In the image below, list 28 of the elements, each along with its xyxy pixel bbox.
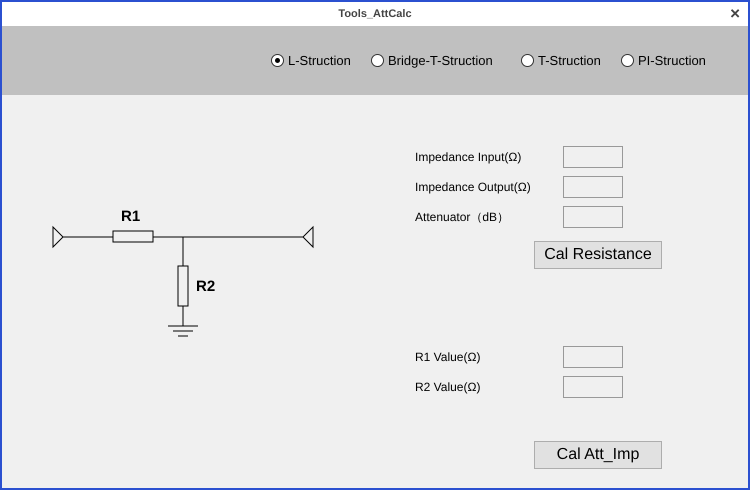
input-field[interactable] bbox=[563, 206, 623, 228]
field-label: R1 Value(Ω) bbox=[415, 350, 482, 364]
field-label: R2 Value(Ω) bbox=[415, 380, 482, 394]
structure-radio-option[interactable]: Bridge-T-Struction bbox=[371, 53, 521, 68]
radio-label: T-Struction bbox=[538, 53, 601, 68]
input-field[interactable] bbox=[563, 146, 623, 168]
radio-button[interactable] bbox=[371, 54, 384, 67]
output-field[interactable] bbox=[563, 346, 623, 368]
field-label: Impedance Output(Ω) bbox=[415, 180, 532, 194]
resistor-label: R1 bbox=[121, 208, 140, 225]
calculate-button[interactable]: Cal Resistance bbox=[534, 241, 662, 269]
calculate-button[interactable]: Cal Att_Imp bbox=[534, 441, 662, 469]
structure-radio-option[interactable]: T-Struction bbox=[521, 53, 621, 68]
field-label: Attenuator（dB） bbox=[415, 208, 510, 226]
radio-button[interactable] bbox=[521, 54, 534, 67]
window-title: Tools_AttCalc bbox=[338, 8, 412, 20]
radio-button[interactable] bbox=[621, 54, 634, 67]
resistor-label: R2 bbox=[196, 278, 216, 295]
structure-radio-option[interactable]: L-Struction bbox=[271, 53, 371, 68]
radio-label: PI-Struction bbox=[638, 53, 706, 68]
radio-button[interactable] bbox=[271, 54, 284, 67]
field-label: Impedance Input(Ω) bbox=[415, 150, 522, 164]
radio-label: L-Struction bbox=[288, 53, 351, 68]
structure-radio-option[interactable]: PI-Struction bbox=[621, 53, 706, 68]
close-button[interactable]: × bbox=[730, 5, 740, 23]
radio-label: Bridge-T-Struction bbox=[388, 53, 493, 68]
input-field[interactable] bbox=[563, 176, 623, 198]
output-field[interactable] bbox=[563, 376, 623, 398]
